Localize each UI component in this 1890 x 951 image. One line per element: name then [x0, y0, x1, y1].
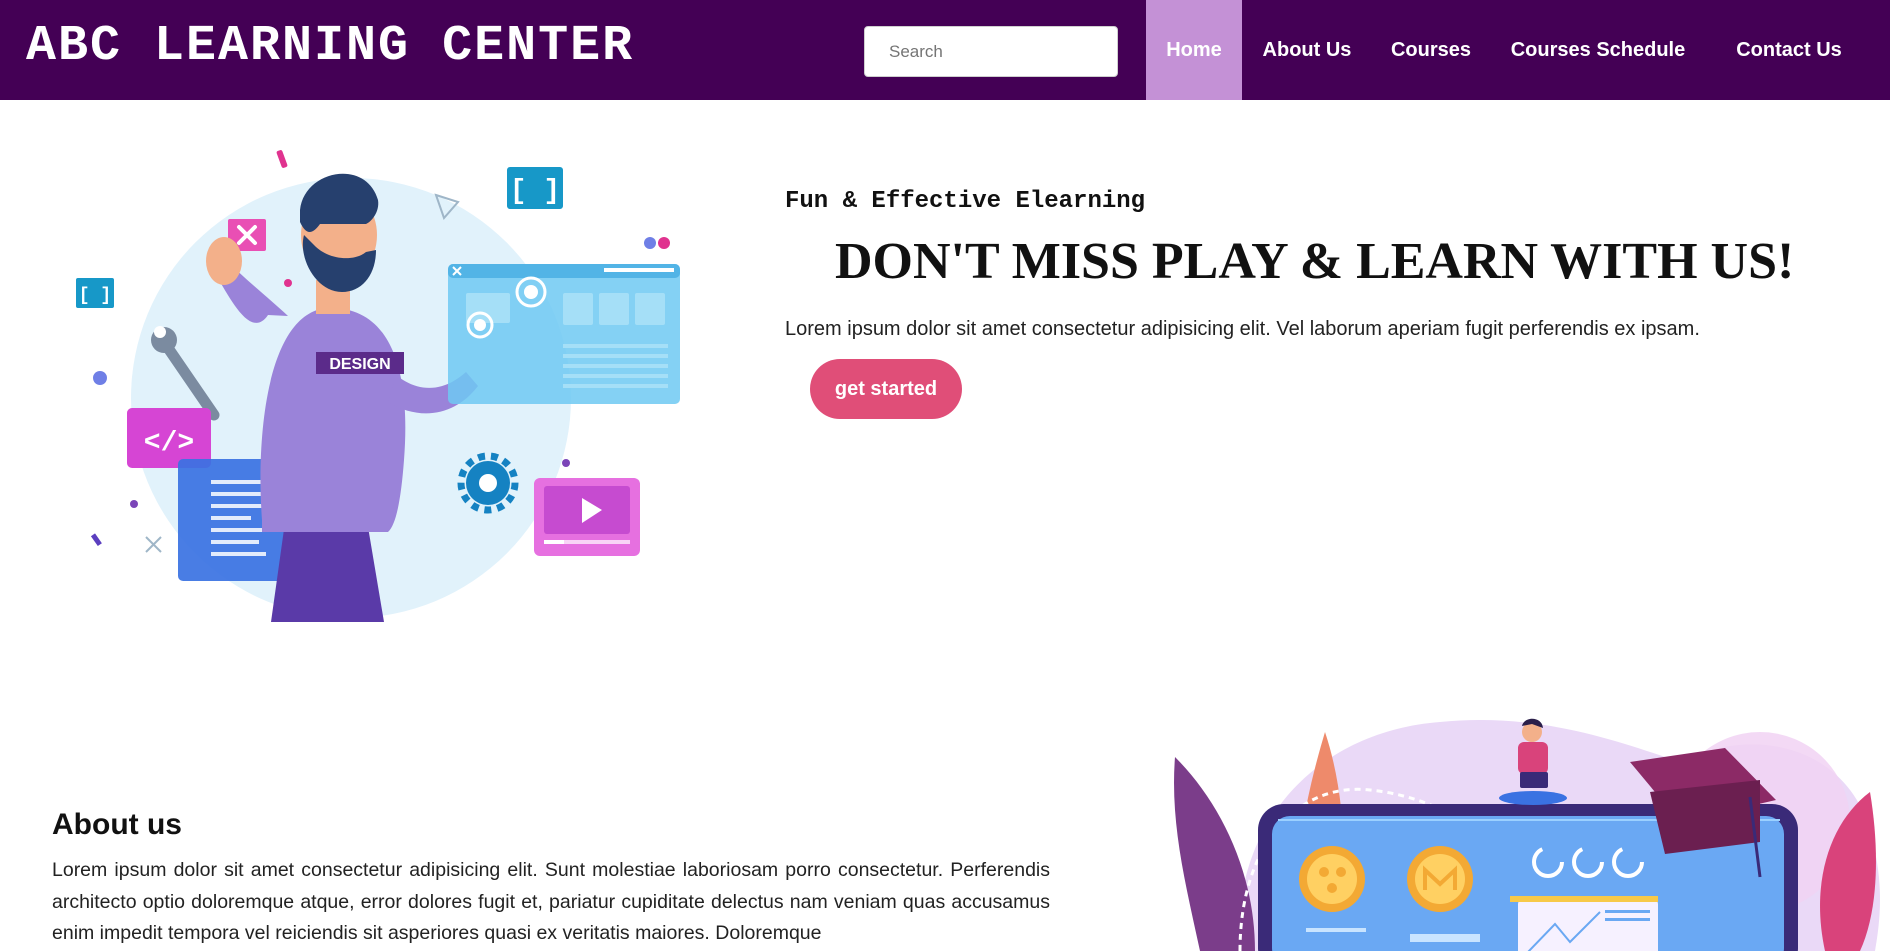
coin-ripple-icon	[1299, 846, 1365, 912]
svg-text:[ ]: [ ]	[79, 286, 111, 306]
nav-courses-schedule-link[interactable]: Courses Schedule	[1490, 0, 1706, 100]
hero-illustration: [ ] [ ] </> DESIGN	[76, 150, 680, 622]
svg-text:[ ]: [ ]	[510, 176, 560, 207]
coin-monero-icon	[1407, 846, 1473, 912]
about-title: About us	[52, 808, 182, 841]
nav-home-link[interactable]: Home	[1146, 0, 1242, 100]
site-logo[interactable]: ABC LEARNING CENTER	[26, 18, 634, 75]
about-illustration	[1174, 718, 1880, 951]
about-text: Lorem ipsum dolor sit amet consectetur a…	[52, 859, 1050, 944]
code-bracket-icon: [ ]	[507, 167, 563, 209]
hero-lead-text: Lorem ipsum dolor sit amet consectetur a…	[785, 318, 1700, 340]
top-navbar: ABC LEARNING CENTER Home About Us Course…	[0, 0, 1890, 100]
video-player-icon	[534, 478, 640, 556]
nav-contact-link[interactable]: Contact Us	[1706, 0, 1872, 100]
hero-headline: DON'T MISS PLAY & LEARN WITH US!	[835, 233, 1795, 290]
nav-about-link[interactable]: About Us	[1242, 0, 1372, 100]
shirt-label: DESIGN	[329, 356, 390, 373]
svg-text:</>: </>	[144, 428, 194, 459]
search-input[interactable]	[864, 26, 1118, 77]
get-started-button[interactable]: get started	[810, 359, 962, 419]
browser-window-panel	[448, 264, 680, 404]
hero-subtitle: Fun & Effective Elearning	[785, 188, 1146, 215]
nav-courses-link[interactable]: Courses	[1372, 0, 1490, 100]
small-bracket-icon: [ ]	[76, 278, 114, 308]
